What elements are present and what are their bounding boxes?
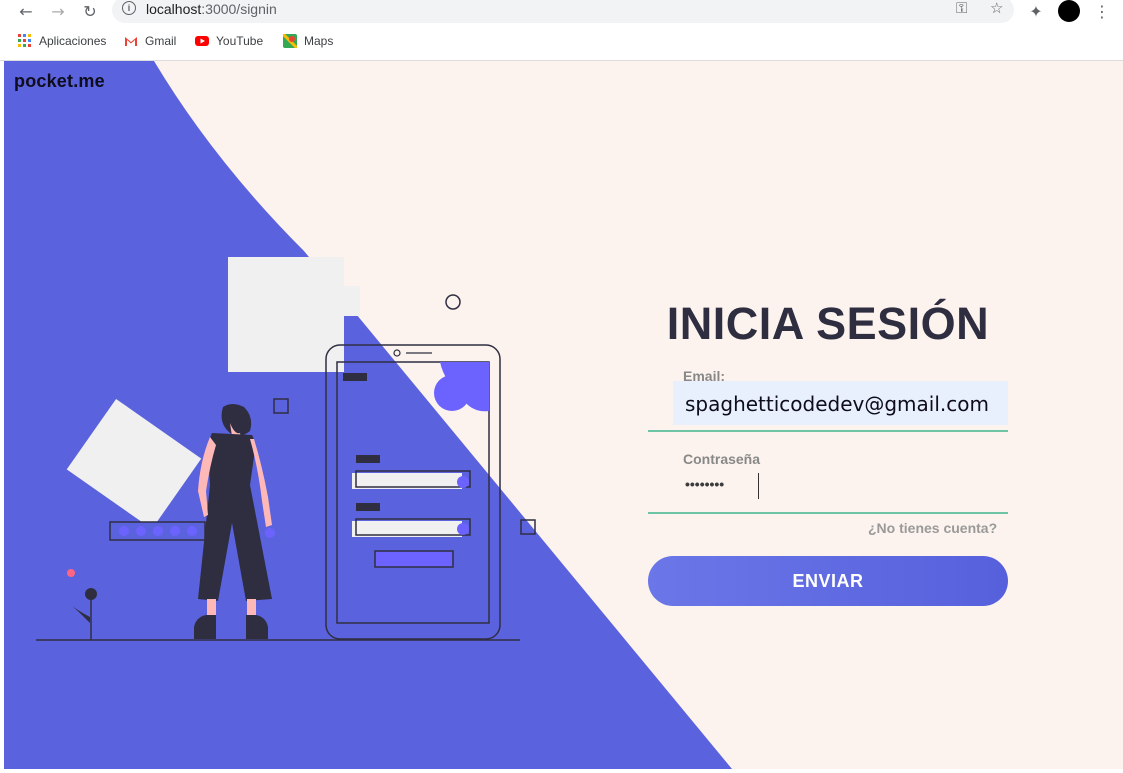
phone-button: [374, 550, 454, 568]
bookmark-apps[interactable]: Aplicaciones: [18, 34, 106, 48]
phone-field-1-dot: [457, 476, 469, 488]
menu-dots-icon[interactable]: ⋮: [1091, 0, 1113, 22]
phone-field-2-dot: [457, 523, 469, 535]
decor-circle: [445, 294, 461, 310]
brand-logo[interactable]: pocket.me: [14, 71, 105, 92]
profile-avatar[interactable]: [1058, 0, 1080, 22]
email-value: spaghetticodedev@gmail.com: [685, 392, 989, 416]
email-underline: [648, 430, 1008, 432]
phone-camera: [393, 349, 401, 357]
extensions-icon[interactable]: ✦: [1025, 0, 1047, 22]
apps-grid-icon: [18, 34, 31, 47]
submit-button[interactable]: ENVIAR: [648, 556, 1008, 606]
bookmark-label: Aplicaciones: [39, 34, 107, 48]
gmail-icon: [125, 37, 137, 46]
maps-icon: [283, 34, 297, 48]
bookmark-youtube[interactable]: YouTube: [195, 34, 263, 48]
forward-icon[interactable]: →: [47, 0, 69, 22]
page-title: INICIA SESIÓN: [666, 298, 990, 349]
signin-page: pocket.me INICIA SESIÓN Email: spaghetti…: [4, 61, 1123, 769]
bookmark-maps[interactable]: Maps: [283, 34, 333, 48]
bookmarks-bar: Aplicaciones Gmail YouTube Maps: [0, 30, 1123, 56]
password-underline: [648, 512, 1008, 514]
phone-label-bar: [356, 455, 380, 463]
phone-header-bar: [343, 373, 367, 381]
url-host: localhost: [146, 1, 202, 17]
key-icon[interactable]: ⚿: [956, 0, 967, 17]
url-path: :3000/signin: [201, 1, 277, 17]
url-text: localhost:3000/signin: [146, 1, 277, 17]
phone-label-bar-2: [356, 503, 380, 511]
bookmark-label: Maps: [304, 34, 334, 48]
text-caret: [758, 473, 759, 499]
bookmark-gmail[interactable]: Gmail: [124, 34, 176, 48]
star-icon[interactable]: ☆: [990, 0, 1003, 17]
bookmark-label: YouTube: [216, 34, 264, 48]
youtube-icon: [195, 36, 209, 46]
address-bar[interactable]: i localhost:3000/signin ⚿ ☆: [112, 0, 1014, 23]
decor-square-small: [330, 286, 360, 316]
bookmark-label: Gmail: [145, 34, 177, 48]
site-info-icon[interactable]: i: [122, 1, 136, 15]
password-field[interactable]: ••••••••: [685, 476, 724, 492]
password-label: Contraseña: [683, 451, 761, 467]
browser-toolbar: ← → ↻ i localhost:3000/signin ⚿ ☆ ✦ ⋮: [0, 0, 1123, 24]
plant-flower: [67, 569, 75, 577]
signup-link[interactable]: ¿No tienes cuenta?: [868, 520, 997, 536]
reload-icon[interactable]: ↻: [79, 0, 101, 22]
back-icon[interactable]: ←: [15, 0, 37, 22]
